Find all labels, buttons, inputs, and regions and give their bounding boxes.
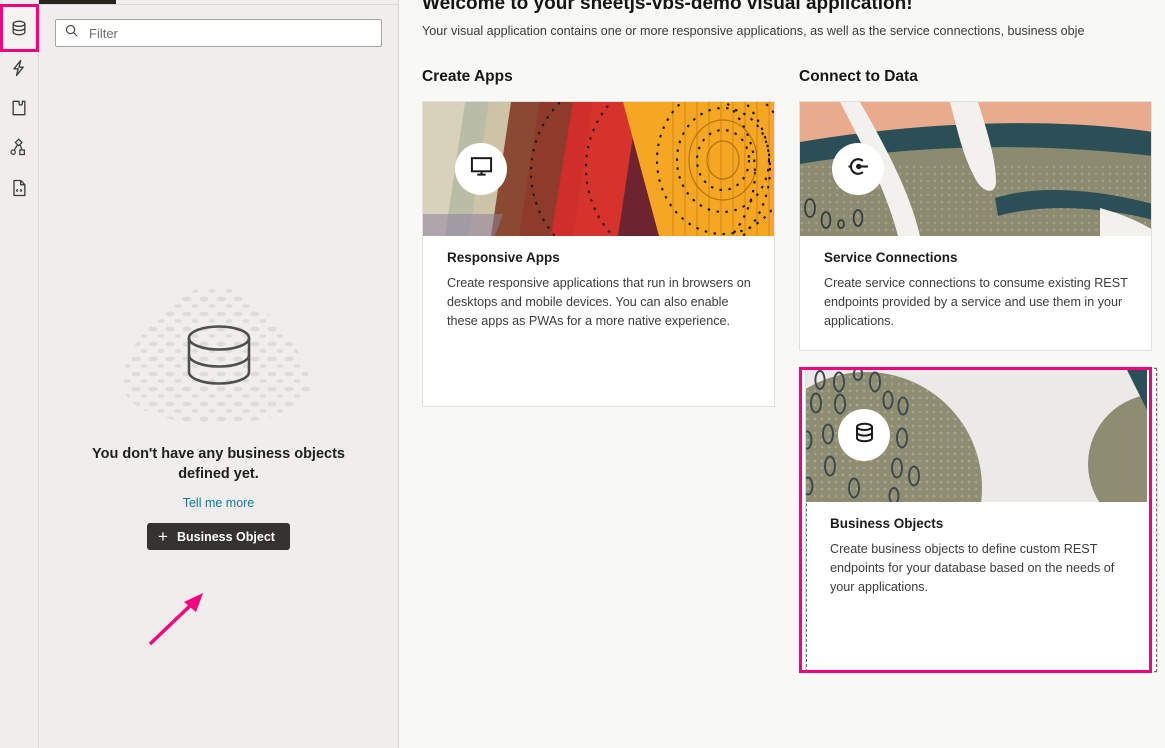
page-title: Welcome to your sheetjs-vbs-demo visual … [422,0,1165,15]
card-description-service-connections: Create service connections to consume ex… [824,274,1129,330]
sidebar-item-service-connections[interactable] [0,48,39,88]
app-root: You don't have any business objects defi… [0,0,1165,748]
column-create-apps: Create Apps [422,68,775,679]
monitor-icon [469,154,494,184]
connection-icon [846,154,871,184]
card-title-service-connections: Service Connections [824,250,1129,265]
add-business-object-label: Business Object [177,530,275,544]
card-body-responsive-apps: Responsive Apps Create responsive applic… [423,236,774,406]
card-icon-circle-responsive-apps [455,143,507,195]
active-tab-indicator[interactable] [39,0,116,4]
filter-box[interactable] [55,19,382,47]
lightning-icon [9,58,29,78]
diagram-icon [9,138,29,158]
main-content: Welcome to your sheetjs-vbs-demo visual … [399,0,1165,748]
section-heading-connect-to-data: Connect to Data [799,68,1152,86]
sidebar-item-components[interactable] [0,88,39,128]
card-columns: Create Apps [422,68,1165,679]
column-connect-to-data: Connect to Data [799,68,1152,679]
card-body-business-objects: Business Objects Create business objects… [806,502,1157,672]
icon-rail [0,0,39,748]
card-description-responsive-apps: Create responsive applications that run … [447,274,752,330]
add-business-object-button[interactable]: + Business Object [147,523,290,550]
panel-tabstrip [39,0,398,5]
card-business-objects[interactable]: Business Objects Create business objects… [805,367,1158,673]
empty-state-title: You don't have any business objects defi… [79,444,359,484]
database-empty-illustration [114,280,324,430]
card-body-service-connections: Service Connections Create service conne… [800,236,1151,350]
plus-icon: + [158,528,168,545]
card-title-business-objects: Business Objects [830,516,1135,531]
database-icon [852,420,877,450]
section-heading-create-apps: Create Apps [422,68,775,86]
card-media-business-objects [806,368,1157,502]
sidebar-item-source[interactable] [0,168,39,208]
database-icon [9,18,29,38]
card-responsive-apps[interactable]: Responsive Apps Create responsive applic… [422,101,775,407]
file-code-icon [9,178,29,198]
business-objects-panel: You don't have any business objects defi… [39,0,399,748]
search-icon [64,23,79,43]
puzzle-icon [9,98,29,118]
card-title-responsive-apps: Responsive Apps [447,250,752,265]
card-media-service-connections [800,102,1151,236]
page-subtitle: Your visual application contains one or … [422,24,1165,38]
empty-state: You don't have any business objects defi… [39,280,398,550]
tell-me-more-link[interactable]: Tell me more [183,496,255,510]
card-wrapper-business-objects: Business Objects Create business objects… [799,367,1152,673]
card-icon-circle-business-objects [838,409,890,461]
filter-input[interactable] [89,20,373,46]
filter-area [39,5,398,47]
card-description-business-objects: Create business objects to define custom… [830,540,1135,596]
card-service-connections[interactable]: Service Connections Create service conne… [799,101,1152,351]
sidebar-item-business-objects[interactable] [0,8,39,48]
sidebar-item-processes[interactable] [0,128,39,168]
annotation-arrow [144,588,214,655]
card-icon-circle-service-connections [832,143,884,195]
card-media-responsive-apps [423,102,774,236]
